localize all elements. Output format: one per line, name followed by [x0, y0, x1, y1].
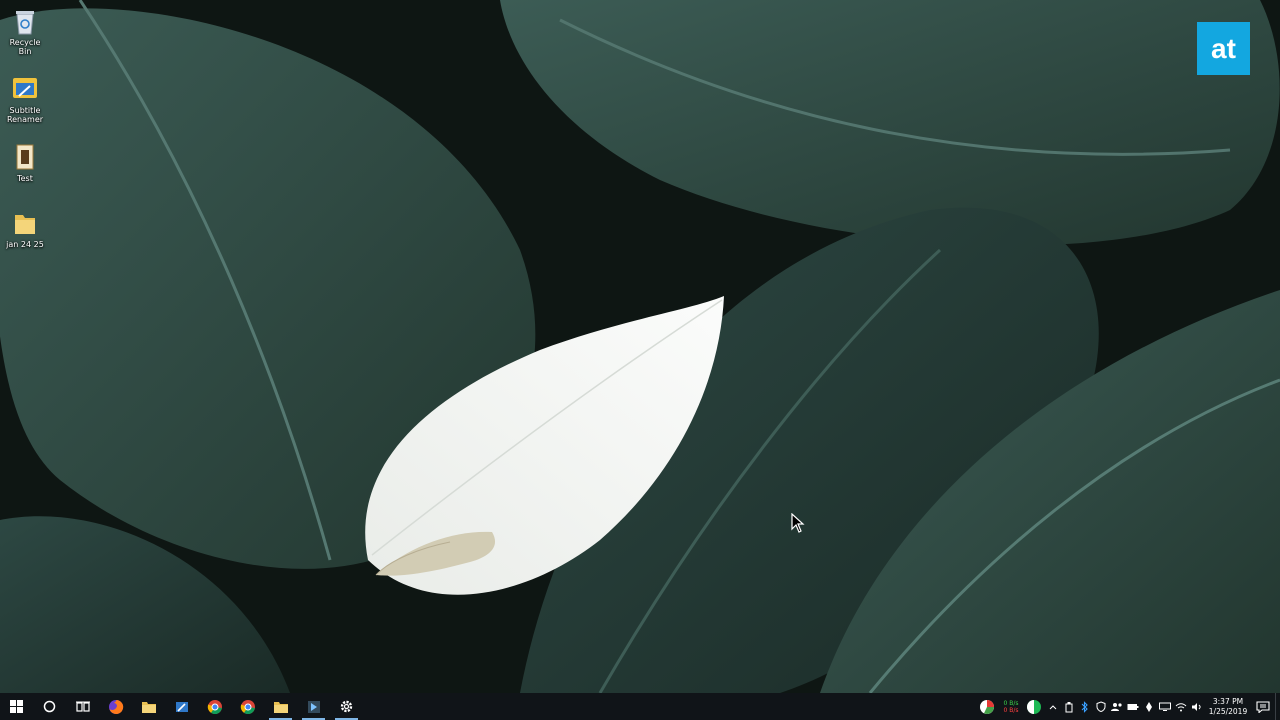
desktop-icon-label: Test [17, 174, 33, 183]
taskbar-file-explorer[interactable] [132, 693, 165, 720]
taskbar-firefox[interactable] [99, 693, 132, 720]
network-speed-meter[interactable]: 0 B/s 0 B/s [999, 700, 1023, 714]
task-view-button[interactable] [66, 693, 99, 720]
tray-volume[interactable] [1189, 693, 1205, 720]
task-view-icon [75, 701, 90, 712]
clock-date: 1/25/2019 [1208, 706, 1248, 716]
taskbar: 0 B/s 0 B/s 3:37 PM 1/25/2019 [0, 693, 1280, 720]
chrome-icon [207, 699, 222, 714]
tray-app[interactable] [975, 693, 999, 720]
desktop-icon-recycle-bin[interactable]: Recycle Bin [2, 6, 48, 56]
desktop-icon-label: Subtitle Renamer [6, 106, 44, 124]
volume-icon [1192, 702, 1201, 711]
taskbar-clock[interactable]: 3:37 PM 1/25/2019 [1205, 697, 1251, 717]
battery-icon [1127, 703, 1139, 710]
green-circle-icon [1027, 699, 1041, 714]
tray-battery[interactable] [1125, 693, 1141, 720]
tray-app-2[interactable] [1023, 693, 1045, 720]
app-icon [307, 700, 320, 713]
taskbar-chrome[interactable] [198, 693, 231, 720]
tray-bluetooth[interactable] [1077, 693, 1093, 720]
wifi-icon [1175, 702, 1187, 711]
pen-icon [1146, 701, 1152, 712]
desktop-icon-test[interactable]: Test [2, 142, 48, 183]
show-desktop-button[interactable] [1275, 693, 1280, 720]
tray-network-shield[interactable] [1093, 693, 1109, 720]
windows-start-icon [10, 700, 23, 713]
desktop-icon-subtitle-renamer[interactable]: Subtitle Renamer [2, 74, 48, 124]
people-icon [1111, 702, 1122, 711]
taskbar-chrome-2[interactable] [231, 693, 264, 720]
app-icon [175, 701, 188, 712]
file-icon [16, 144, 34, 170]
system-tray: 0 B/s 0 B/s 3:37 PM 1/25/2019 [975, 693, 1280, 720]
tray-wifi[interactable] [1173, 693, 1189, 720]
chrome-icon [240, 699, 255, 714]
monitor-icon [1159, 702, 1171, 711]
file-explorer-icon [273, 701, 288, 713]
tray-usb[interactable] [1061, 693, 1077, 720]
taskbar-settings[interactable] [330, 693, 363, 720]
show-hidden-icons[interactable] [1045, 693, 1061, 720]
taskbar-app-2[interactable] [297, 693, 330, 720]
start-button[interactable] [0, 693, 33, 720]
pie-chart-app-icon [980, 699, 994, 714]
cortana-search-icon [43, 700, 56, 713]
desktop-wallpaper [0, 0, 1280, 693]
recycle-bin-icon [16, 11, 34, 35]
tray-pen[interactable] [1141, 693, 1157, 720]
clock-time: 3:37 PM [1212, 696, 1244, 706]
cortana-search-button[interactable] [33, 693, 66, 720]
desktop-icon-label: jan 24 25 [6, 240, 44, 249]
usb-drive-icon [1065, 701, 1073, 712]
folder-icon [15, 215, 35, 234]
action-center-button[interactable] [1251, 693, 1275, 720]
desktop-icon-jan-24-25[interactable]: jan 24 25 [2, 208, 48, 249]
bluetooth-icon [1081, 700, 1088, 713]
net-upload-speed: 0 B/s [1003, 699, 1019, 707]
net-download-speed: 0 B/s [1003, 706, 1019, 714]
shield-icon [1096, 701, 1106, 712]
mouse-cursor-icon [791, 513, 805, 533]
tray-display[interactable] [1157, 693, 1173, 720]
brand-logo: at [1197, 22, 1250, 75]
tray-people[interactable] [1109, 693, 1125, 720]
desktop-icon-label: Recycle Bin [9, 38, 41, 56]
chevron-up-icon [1049, 704, 1057, 709]
firefox-icon [108, 699, 123, 714]
taskbar-file-explorer-2[interactable] [264, 693, 297, 720]
settings-gear-icon [340, 700, 353, 713]
file-explorer-icon [141, 701, 156, 713]
notification-icon [1256, 700, 1270, 713]
app-icon [13, 78, 37, 98]
taskbar-app[interactable] [165, 693, 198, 720]
